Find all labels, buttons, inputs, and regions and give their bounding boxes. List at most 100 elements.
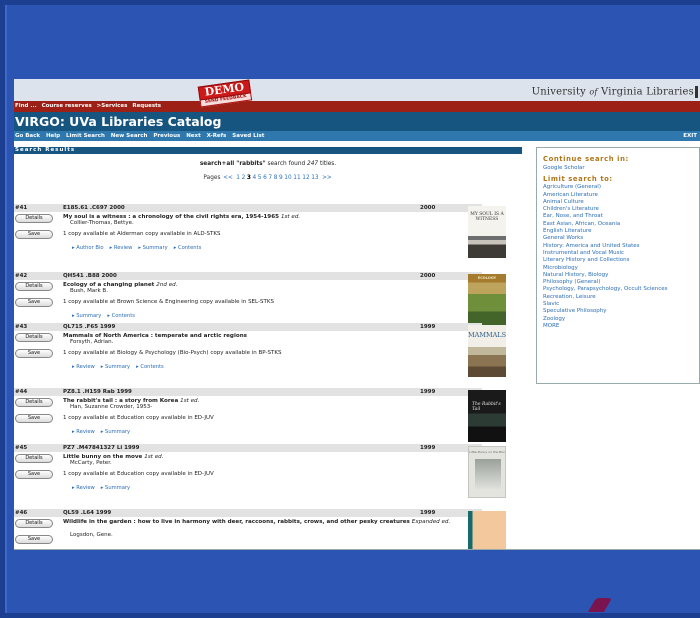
page-link[interactable]: 8 bbox=[274, 175, 278, 181]
sidebar-link[interactable]: Instrumental and Vocal Music bbox=[543, 250, 696, 257]
details-button[interactable]: Details bbox=[15, 519, 53, 528]
record-link[interactable]: ▸ Summary bbox=[101, 485, 133, 491]
record-link[interactable]: ▸ Review bbox=[72, 429, 98, 435]
next-link[interactable]: Next bbox=[186, 133, 201, 139]
x-refs-link[interactable]: X-Refs bbox=[207, 133, 227, 139]
details-button[interactable]: Details bbox=[15, 454, 53, 463]
sidebar-link[interactable]: Recreation, Leisure bbox=[543, 294, 696, 301]
nav-course-reserves[interactable]: Course reserves bbox=[42, 103, 92, 109]
record-number: #42 bbox=[15, 273, 28, 279]
sidebar-link[interactable]: Children's Literature bbox=[543, 206, 696, 213]
pages-next[interactable]: >> bbox=[322, 175, 332, 181]
sidebar-link[interactable]: English Literature bbox=[543, 228, 696, 235]
sidebar-link[interactable]: General Works bbox=[543, 235, 696, 242]
sidebar-link[interactable]: History: America and United States bbox=[543, 243, 696, 250]
sidebar-link[interactable]: Animal Culture bbox=[543, 199, 696, 206]
record-title[interactable]: Wildlife in the garden : how to live in … bbox=[63, 519, 479, 526]
record-title[interactable]: Ecology of a changing planet 2nd ed. bbox=[63, 282, 479, 289]
book-cover-image[interactable]: The Rabbit's Tail bbox=[468, 390, 506, 442]
save-button[interactable]: Save bbox=[15, 298, 53, 307]
new-search-link[interactable]: New Search bbox=[111, 133, 148, 139]
record-link[interactable]: ▸ Summary bbox=[101, 364, 133, 370]
help-link[interactable]: Help bbox=[46, 133, 60, 139]
record-link[interactable]: ▸ Review bbox=[72, 364, 98, 370]
logo-word-university: University bbox=[531, 86, 587, 98]
sidebar-link[interactable]: Ear, Nose, and Throat bbox=[543, 213, 696, 220]
save-button[interactable]: Save bbox=[15, 230, 53, 239]
page-link[interactable]: 7 bbox=[268, 175, 272, 181]
sidebar-link[interactable]: Psychology, Parapsychology, Occult Scien… bbox=[543, 286, 696, 293]
record-link[interactable]: ▸ Summary bbox=[72, 313, 104, 319]
sidebar-link[interactable]: Slavic bbox=[543, 301, 696, 308]
record-link[interactable]: ▸ Contents bbox=[174, 245, 205, 251]
cover-title: Little Bunny on the Move bbox=[469, 450, 506, 454]
save-button[interactable]: Save bbox=[15, 414, 53, 423]
nav-services[interactable]: >Services bbox=[97, 103, 128, 109]
page-link[interactable]: 10 bbox=[284, 175, 291, 181]
uva-libraries-logo[interactable]: University of Virginia Libraries bbox=[532, 86, 698, 98]
page-link[interactable]: 9 bbox=[279, 175, 283, 181]
record-links: ▸ Review ▸ Summary bbox=[72, 485, 136, 491]
sidebar-link[interactable]: Speculative Philosophy bbox=[543, 308, 696, 315]
book-cover-image[interactable]: MY SOUL IS A WITNESS bbox=[468, 206, 506, 258]
record-link[interactable]: ▸ Summary bbox=[101, 429, 133, 435]
page-links: 1 2 3 4 5 6 7 8 9 10 11 12 13 bbox=[235, 175, 319, 181]
page-link[interactable]: 5 bbox=[258, 175, 262, 181]
book-cover-image[interactable] bbox=[468, 511, 506, 550]
record-link-label: Contents bbox=[111, 313, 135, 319]
page-link[interactable]: 4 bbox=[253, 175, 257, 181]
sidebar-link[interactable]: American Literature bbox=[543, 192, 696, 199]
details-button[interactable]: Details bbox=[15, 214, 53, 223]
sidebar-link[interactable]: Philosophy (General) bbox=[543, 279, 696, 286]
record-link[interactable]: ▸ Author Bio bbox=[72, 245, 107, 251]
save-button[interactable]: Save bbox=[15, 535, 53, 544]
sidebar-link[interactable]: Natural History, Biology bbox=[543, 272, 696, 279]
details-button[interactable]: Details bbox=[15, 333, 53, 342]
record-title[interactable]: Little bunny on the move 1st ed. bbox=[63, 454, 479, 461]
record-link-label: Contents bbox=[140, 364, 164, 370]
save-button[interactable]: Save bbox=[15, 470, 53, 479]
record-link[interactable]: ▸ Contents bbox=[107, 313, 138, 319]
page-link[interactable]: 13 bbox=[311, 175, 318, 181]
nav-requests[interactable]: Requests bbox=[132, 103, 161, 109]
page-link[interactable]: 1 bbox=[236, 175, 240, 181]
record-link-label: Summary bbox=[105, 364, 131, 370]
call-number: QH541 .B88 2000 bbox=[63, 273, 117, 279]
page-link[interactable]: 6 bbox=[263, 175, 267, 181]
page-link[interactable]: 3 bbox=[247, 175, 251, 181]
sidebar-link[interactable]: MORE bbox=[543, 323, 696, 330]
record-availability: 1 copy available at Biology & Psychology… bbox=[63, 350, 282, 356]
record-link[interactable]: ▸ Summary bbox=[138, 245, 170, 251]
book-cover-image[interactable]: Little Bunny on the Move bbox=[468, 446, 506, 498]
record-year: 1999 bbox=[420, 324, 436, 330]
sidebar-link[interactable]: Microbiology bbox=[543, 265, 696, 272]
details-button[interactable]: Details bbox=[15, 398, 53, 407]
saved-list-link[interactable]: Saved List bbox=[232, 133, 264, 139]
cover-illustration bbox=[475, 459, 501, 489]
exit-link[interactable]: EXIT bbox=[683, 131, 697, 141]
sidebar-link[interactable]: Google Scholar bbox=[543, 165, 696, 172]
sidebar-link[interactable]: Literary History and Collections bbox=[543, 257, 696, 264]
book-cover-image[interactable]: MAMMALS bbox=[468, 325, 506, 377]
go-back-link[interactable]: Go Back bbox=[15, 133, 40, 139]
previous-link[interactable]: Previous bbox=[153, 133, 180, 139]
nav-find[interactable]: Find ... bbox=[15, 103, 37, 109]
sidebar-link[interactable]: East Asian, African, Oceania bbox=[543, 221, 696, 228]
sidebar-link[interactable]: Agriculture (General) bbox=[543, 184, 696, 191]
sidebar-link[interactable]: Zoology bbox=[543, 316, 696, 323]
limit-search-link[interactable]: Limit Search bbox=[66, 133, 105, 139]
page-link[interactable]: 12 bbox=[302, 175, 309, 181]
record-link[interactable]: ▸ Contents bbox=[136, 364, 167, 370]
record-link[interactable]: ▸ Review bbox=[110, 245, 136, 251]
record-title[interactable]: Mammals of North America : temperate and… bbox=[63, 333, 479, 340]
pages-prev[interactable]: << bbox=[223, 175, 233, 181]
page-link[interactable]: 11 bbox=[293, 175, 300, 181]
result-count: 247 bbox=[307, 161, 319, 167]
details-button[interactable]: Details bbox=[15, 282, 53, 291]
page-bottom-border bbox=[14, 549, 700, 550]
record-edition: 1st ed. bbox=[280, 214, 301, 220]
save-button[interactable]: Save bbox=[15, 349, 53, 358]
page-link[interactable]: 2 bbox=[242, 175, 246, 181]
book-cover-image[interactable]: ECOLOGY bbox=[468, 274, 506, 326]
record-link[interactable]: ▸ Review bbox=[72, 485, 98, 491]
